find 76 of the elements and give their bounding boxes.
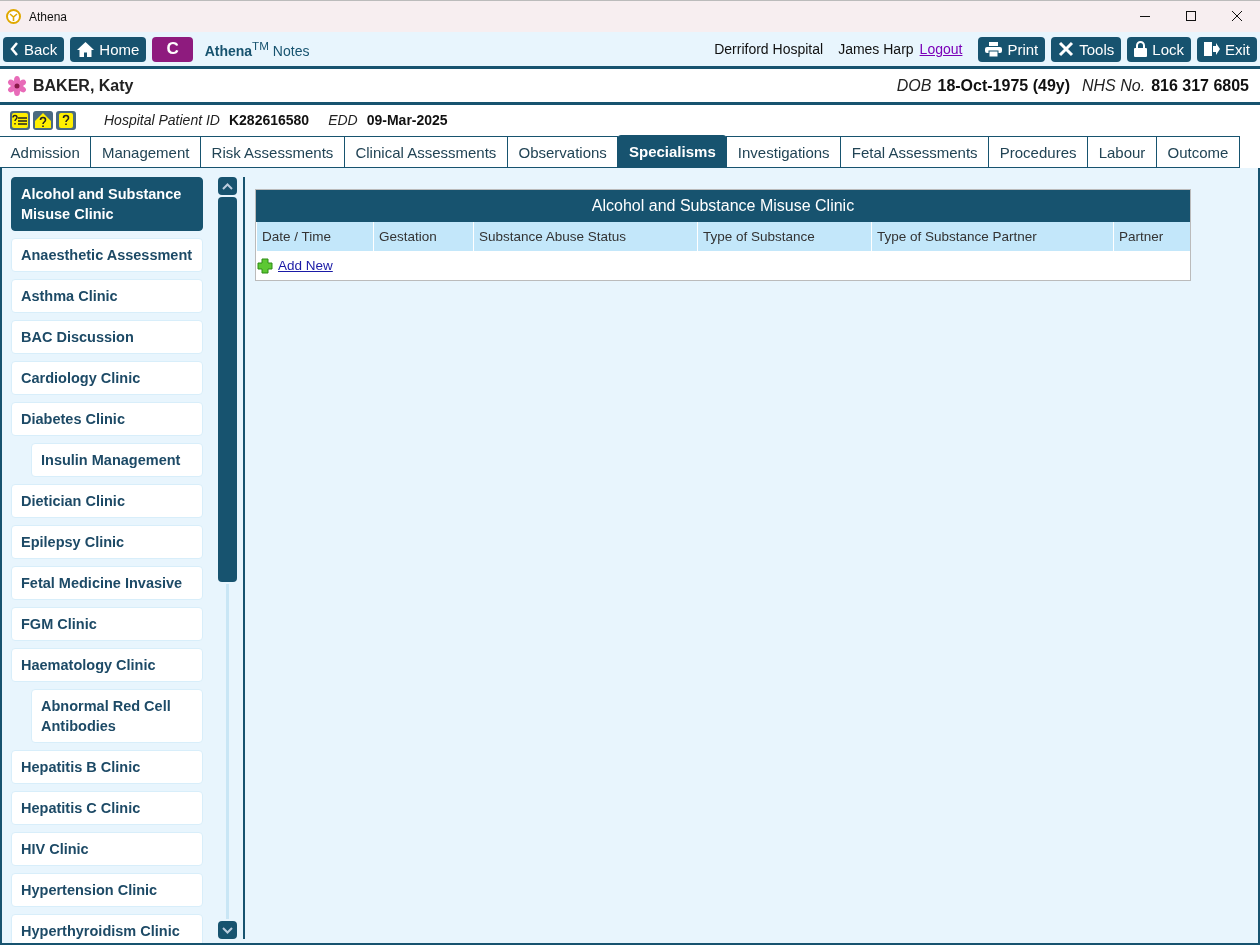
sidebar-item[interactable]: Dietician Clinic (11, 484, 203, 518)
exit-door-icon (1204, 41, 1220, 57)
sidebar-item[interactable]: Cardiology Clinic (11, 361, 203, 395)
user-name: James Harp (838, 41, 914, 57)
hospital-name: Derriford Hospital (714, 41, 824, 57)
sidebar-item[interactable]: BAC Discussion (11, 320, 203, 354)
home-button[interactable]: Home (70, 36, 147, 62)
dob-value: 18-Oct-1975 (49y) (937, 76, 1070, 95)
sidebar-item[interactable]: Hepatitis C Clinic (11, 791, 203, 825)
chevron-down-icon (222, 926, 233, 934)
edd-label: EDD (328, 112, 358, 128)
plus-icon (257, 257, 273, 274)
nhs-value: 816 317 6805 (1151, 76, 1249, 95)
column-header: Substance Abuse Status (473, 222, 697, 251)
home-icon (77, 41, 95, 57)
app-logo-icon (6, 9, 21, 24)
chevron-left-icon (10, 42, 19, 56)
tools-button[interactable]: Tools (1051, 36, 1122, 62)
lock-icon (1134, 41, 1148, 57)
print-button[interactable]: Print (978, 36, 1046, 62)
edd-value: 09-Mar-2025 (366, 112, 448, 128)
patient-name: BAKER, Katy (33, 76, 134, 95)
table-title: Alcohol and Substance Misuse Clinic (256, 190, 1190, 222)
sidebar-item[interactable]: Abnormal Red Cell Antibodies (31, 689, 203, 743)
sidebar-item[interactable]: Epilepsy Clinic (11, 525, 203, 559)
sidebar-item[interactable]: Diabetes Clinic (11, 402, 203, 436)
sidebar-item[interactable]: FGM Clinic (11, 607, 203, 641)
badge-button[interactable]: C (152, 36, 193, 62)
sidebar-item[interactable]: Insulin Management (31, 443, 203, 477)
chevron-up-icon (222, 182, 233, 190)
tab[interactable]: Labour (1087, 136, 1157, 168)
sidebar-item[interactable]: Asthma Clinic (11, 279, 203, 313)
window-title: Athena (29, 9, 68, 24)
app-title: Athena$^{TM}$ Notes (204, 42, 310, 59)
sidebar-item[interactable]: Hypertension Clinic (11, 873, 203, 907)
tab[interactable]: Specialisms (617, 135, 728, 168)
scrollbar-thumb[interactable] (218, 197, 237, 582)
tab[interactable]: Investigations (726, 136, 842, 168)
hospital-id-label: Hospital Patient ID (104, 112, 220, 128)
printer-icon (985, 41, 1003, 57)
column-header: Type of Substance (697, 222, 871, 251)
exit-button[interactable]: Exit (1197, 36, 1257, 62)
column-header: Date / Time (256, 222, 373, 251)
column-header: Partner (1113, 222, 1190, 251)
sidebar-item[interactable]: Hepatitis B Clinic (11, 750, 203, 784)
tab[interactable]: Risk Assessments (200, 136, 345, 168)
logout-link[interactable]: Logout (919, 41, 963, 57)
sidebar-item[interactable]: Fetal Medicine Invasive (11, 566, 203, 600)
tab[interactable]: Management (90, 136, 202, 168)
sidebar-item[interactable]: Hyperthyroidism Clinic (11, 914, 203, 943)
back-button[interactable]: Back (3, 36, 65, 62)
sidebar-item[interactable]: Alcohol and Substance Misuse Clinic (11, 177, 203, 231)
add-new-link[interactable]: Add New (278, 258, 333, 273)
question-icon[interactable] (33, 110, 53, 130)
alert-list-icon[interactable] (10, 110, 30, 130)
sidebar-item[interactable]: HIV Clinic (11, 832, 203, 866)
tab[interactable]: Fetal Assessments (840, 136, 990, 168)
flower-icon (7, 75, 27, 96)
tab[interactable]: Outcome (1155, 136, 1240, 168)
question-icon[interactable] (56, 110, 76, 130)
scroll-up-button[interactable] (218, 177, 237, 195)
tab[interactable]: Admission (0, 136, 92, 168)
column-header: Type of Substance Partner (871, 222, 1113, 251)
sidebar-item[interactable]: Anaesthetic Assessment (11, 238, 203, 272)
scroll-down-button[interactable] (218, 921, 237, 939)
column-header: Gestation (373, 222, 473, 251)
sidebar-item[interactable]: Haematology Clinic (11, 648, 203, 682)
tab[interactable]: Clinical Assessments (343, 136, 508, 168)
dob-label: DOB (896, 76, 932, 95)
lock-button[interactable]: Lock (1127, 36, 1191, 62)
hospital-id-value: K282616580 (228, 112, 310, 128)
tab[interactable]: Observations (506, 136, 619, 168)
tab[interactable]: Procedures (988, 136, 1089, 168)
maximize-icon (1185, 11, 1197, 22)
nhs-label: NHS No. (1082, 76, 1146, 95)
close-icon (1231, 11, 1243, 22)
